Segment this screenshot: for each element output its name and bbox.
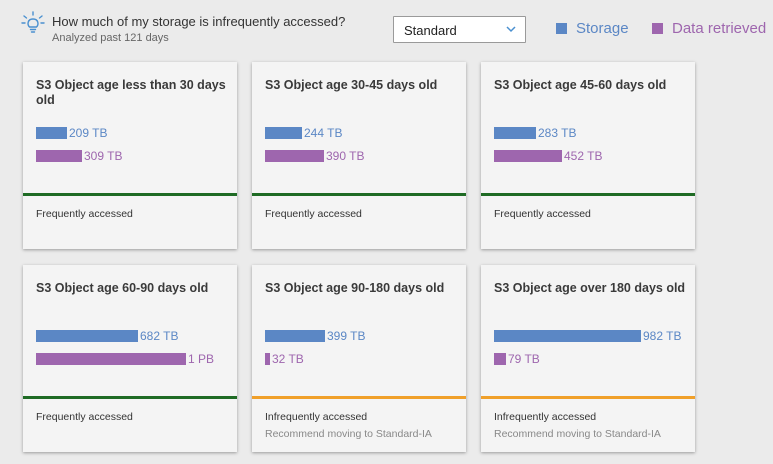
analysis-period: Analyzed past 121 days [52,32,169,44]
storage-bar [494,330,641,342]
storage-bar [265,330,325,342]
legend-retrieved-swatch [652,23,663,34]
access-status-divider [481,396,695,399]
retrieved-value: 1 PB [188,352,215,366]
retrieved-bar [265,150,324,162]
age-bucket-card: S3 Object age over 180 days old 982 TB 7… [481,265,695,452]
storage-bar [265,127,302,139]
access-status-divider [23,193,237,196]
retrieved-value: 452 TB [564,149,603,163]
storage-value: 209 TB [69,126,108,140]
legend-storage-label: Storage [576,20,629,37]
legend-storage-swatch [556,23,567,34]
age-bucket-card: S3 Object age 45-60 days old 283 TB 452 … [481,62,695,249]
card-title: S3 Object age 90-180 days old [265,281,445,295]
card-title: S3 Object age over 180 days old [494,281,686,295]
access-status: Infrequently accessed [494,411,597,423]
access-status: Infrequently accessed [265,411,368,423]
storage-value: 283 TB [538,126,577,140]
age-bucket-card: S3 Object age 90-180 days old 399 TB 32 … [252,265,466,452]
access-status: Frequently accessed [494,208,591,220]
access-status-divider [23,396,237,399]
retrieved-value: 390 TB [326,149,365,163]
retrieved-bar [265,353,270,365]
retrieved-bar [494,353,506,365]
storage-class-value: Standard [404,23,457,38]
storage-value: 244 TB [304,126,343,140]
analysis-header: How much of my storage is infrequently a… [0,0,773,52]
storage-bar [36,330,138,342]
access-status: Frequently accessed [36,411,133,423]
card-title: S3 Object age 30-45 days old [265,78,438,92]
retrieved-bar [36,150,82,162]
chevron-down-icon [506,26,516,33]
retrieved-bar [494,150,562,162]
access-status: Frequently accessed [36,208,133,220]
age-bucket-card: S3 Object age 30-45 days old 244 TB 390 … [252,62,466,249]
retrieved-bar [36,353,186,365]
access-status: Frequently accessed [265,208,362,220]
lightbulb-icon [21,11,45,33]
legend-retrieved-label: Data retrieved [672,20,767,37]
card-title: S3 Object age 45-60 days old [494,78,667,92]
storage-bar [36,127,67,139]
age-bucket-card: S3 Object age less than 30 days old 209 … [23,62,237,249]
recommendation: Recommend moving to Standard-IA [265,428,432,440]
retrieved-value: 79 TB [508,352,540,366]
page-title: How much of my storage is infrequently a… [52,14,346,29]
storage-value: 682 TB [140,329,179,343]
card-title: S3 Object age less than 30 days old [36,78,226,107]
access-status-divider [252,396,466,399]
access-status-divider [481,193,695,196]
access-status-divider [252,193,466,196]
age-bucket-card: S3 Object age 60-90 days old 682 TB 1 PB… [23,265,237,452]
card-title: S3 Object age 60-90 days old [36,281,209,295]
recommendation: Recommend moving to Standard-IA [494,428,661,440]
retrieved-value: 309 TB [84,149,123,163]
retrieved-value: 32 TB [272,352,304,366]
storage-class-select[interactable]: Standard [393,16,526,43]
storage-value: 982 TB [643,329,682,343]
storage-bar [494,127,536,139]
storage-value: 399 TB [327,329,366,343]
